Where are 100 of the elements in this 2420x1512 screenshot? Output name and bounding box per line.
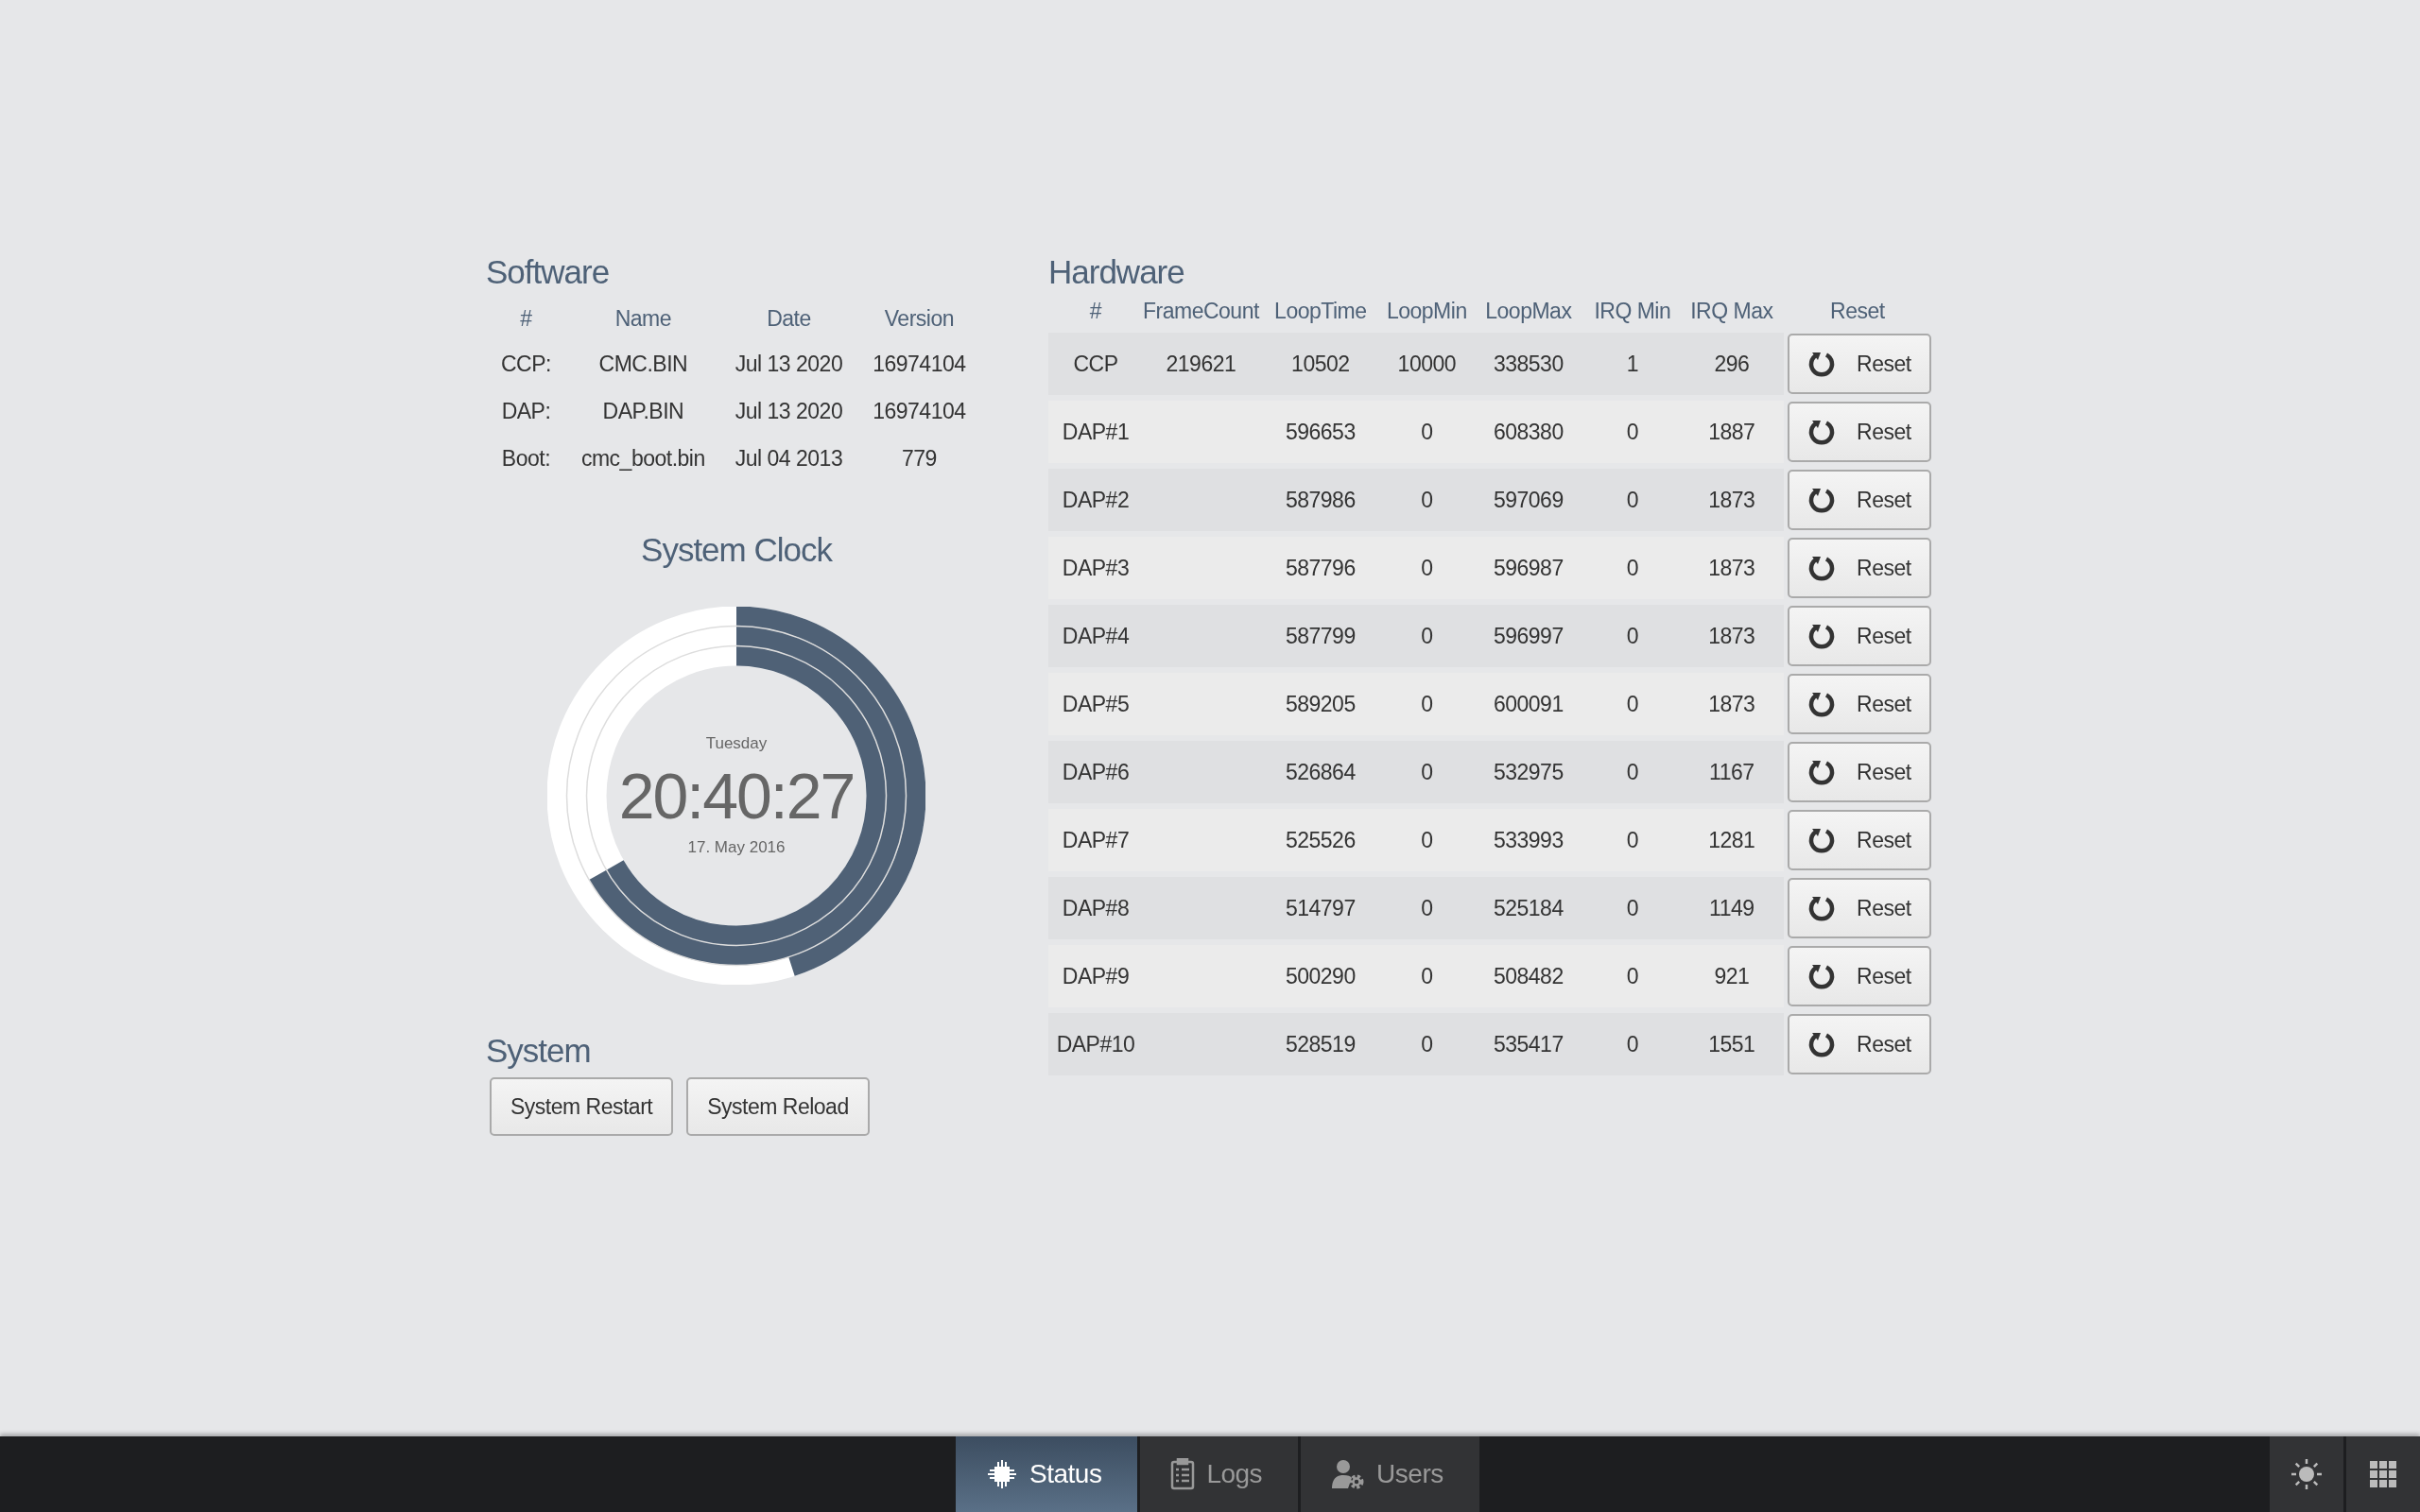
reset-button[interactable]: Reset <box>1787 674 1931 734</box>
reset-button[interactable]: Reset <box>1787 810 1931 870</box>
table-cell-text: Jul 04 2013 <box>734 444 844 472</box>
table-cell: 1873 <box>1708 487 1755 512</box>
table-cell: 1167 <box>1709 759 1754 784</box>
table-cell: 0 <box>1421 895 1433 920</box>
brightness-button[interactable] <box>2270 1436 2343 1512</box>
table-cell: 0 <box>1421 827 1433 852</box>
table-cell: 1551 <box>1708 1031 1755 1057</box>
reset-icon <box>1807 894 1837 922</box>
column-header: Version <box>883 304 955 333</box>
table-cell: 0 <box>1421 419 1433 444</box>
table-cell: 589205 <box>1285 691 1356 716</box>
table-cell: DAP#1 <box>1062 419 1130 444</box>
table-cell: DAP#7 <box>1062 827 1130 852</box>
clock-title: System Clock <box>641 531 832 569</box>
table-cell: 526864 <box>1285 759 1356 784</box>
system-button[interactable]: System Restart <box>490 1077 674 1136</box>
table-cell: 528519 <box>1285 1031 1356 1057</box>
table-cell: 587986 <box>1285 487 1356 512</box>
date-label: 17. May 2016 <box>687 838 786 857</box>
column-header: Name <box>614 304 673 333</box>
reset-button[interactable]: Reset <box>1787 606 1931 666</box>
table-cell: 10502 <box>1291 351 1350 376</box>
table-cell: 596653 <box>1285 419 1356 444</box>
system-button[interactable]: System Reload <box>686 1077 870 1136</box>
reset-button[interactable]: Reset <box>1787 402 1931 462</box>
table-cell: 296 <box>1714 351 1750 376</box>
apps-button[interactable] <box>2346 1436 2420 1512</box>
table-cell-text: 16974104 <box>872 397 967 425</box>
table-cell: 0 <box>1421 759 1433 784</box>
reset-button[interactable]: Reset <box>1787 334 1931 394</box>
table-cell: 1149 <box>1709 895 1754 920</box>
table-cell: 532975 <box>1493 759 1564 784</box>
table-cell-text: CCP: <box>500 350 552 378</box>
table-cell: 338530 <box>1493 351 1564 376</box>
reset-icon <box>1807 622 1837 650</box>
table-cell: 514797 <box>1285 895 1356 920</box>
section-title: System <box>486 1032 592 1070</box>
reset-icon <box>1807 1030 1837 1058</box>
table-cell-text: CMC.BIN <box>597 350 689 378</box>
reset-icon <box>1807 690 1837 718</box>
table-cell: 0 <box>1626 691 1638 716</box>
table-cell: 0 <box>1626 555 1638 580</box>
table-cell-text: 16974104 <box>872 350 967 378</box>
section-title: Hardware <box>1048 253 1185 291</box>
table-cell: 597069 <box>1493 487 1564 512</box>
table-cell: 0 <box>1421 487 1433 512</box>
reset-icon <box>1807 758 1837 786</box>
reset-button[interactable]: Reset <box>1787 946 1931 1006</box>
nav-tab[interactable]: Logs <box>1140 1436 1299 1512</box>
table-cell: 0 <box>1626 759 1638 784</box>
table-cell: 0 <box>1626 623 1638 648</box>
column-header: # <box>519 304 533 333</box>
reset-icon <box>1807 350 1837 378</box>
column-header: IRQ Min <box>1593 297 1672 325</box>
reset-button[interactable]: Reset <box>1787 470 1931 530</box>
nav-tab[interactable]: Users <box>1301 1436 1479 1512</box>
section-title: Software <box>486 253 611 291</box>
table-cell: 10000 <box>1397 351 1457 376</box>
table-cell: 1873 <box>1708 691 1755 716</box>
table-cell: 921 <box>1714 963 1750 988</box>
user-gear-icon <box>1331 1458 1366 1490</box>
table-cell: 0 <box>1626 1031 1638 1057</box>
reset-button[interactable]: Reset <box>1787 742 1931 802</box>
table-cell-text: Boot: <box>500 444 552 472</box>
table-cell: 587796 <box>1285 555 1356 580</box>
table-cell: 587799 <box>1285 623 1356 648</box>
table-cell-text: DAP.BIN <box>601 397 685 425</box>
nav-tab[interactable]: Status <box>956 1436 1138 1512</box>
table-cell: 0 <box>1626 895 1638 920</box>
table-cell-text: cmc_boot.bin <box>579 444 706 472</box>
table-cell: 1873 <box>1708 623 1755 648</box>
column-header: IRQ Max <box>1689 297 1774 325</box>
column-header: # <box>1088 297 1103 325</box>
column-header: LoopMax <box>1484 297 1573 325</box>
table-cell: DAP#4 <box>1062 623 1130 648</box>
column-header: LoopMin <box>1385 297 1468 325</box>
table-cell: 1887 <box>1708 419 1755 444</box>
table-cell: DAP#9 <box>1062 963 1130 988</box>
reset-button[interactable]: Reset <box>1787 1014 1931 1074</box>
table-cell: 500290 <box>1285 963 1356 988</box>
column-header: Reset <box>1829 297 1886 325</box>
table-cell: DAP#6 <box>1062 759 1130 784</box>
reset-button[interactable]: Reset <box>1787 878 1931 938</box>
table-cell: 219621 <box>1166 351 1236 376</box>
reset-icon <box>1807 962 1837 990</box>
reset-button[interactable]: Reset <box>1787 538 1931 598</box>
clock-time: 20:40:27 <box>618 759 855 833</box>
reset-icon <box>1807 554 1837 582</box>
table-cell-text: DAP: <box>500 397 552 425</box>
column-header: LoopTime <box>1273 297 1368 325</box>
table-cell-text: Jul 13 2020 <box>734 350 844 378</box>
chip-icon <box>986 1458 1018 1490</box>
table-cell: 0 <box>1626 419 1638 444</box>
table-cell: 0 <box>1421 623 1433 648</box>
reset-icon <box>1807 418 1837 446</box>
table-cell: 535417 <box>1493 1031 1564 1057</box>
clipboard-icon <box>1170 1458 1196 1490</box>
table-cell: DAP#3 <box>1062 555 1130 580</box>
